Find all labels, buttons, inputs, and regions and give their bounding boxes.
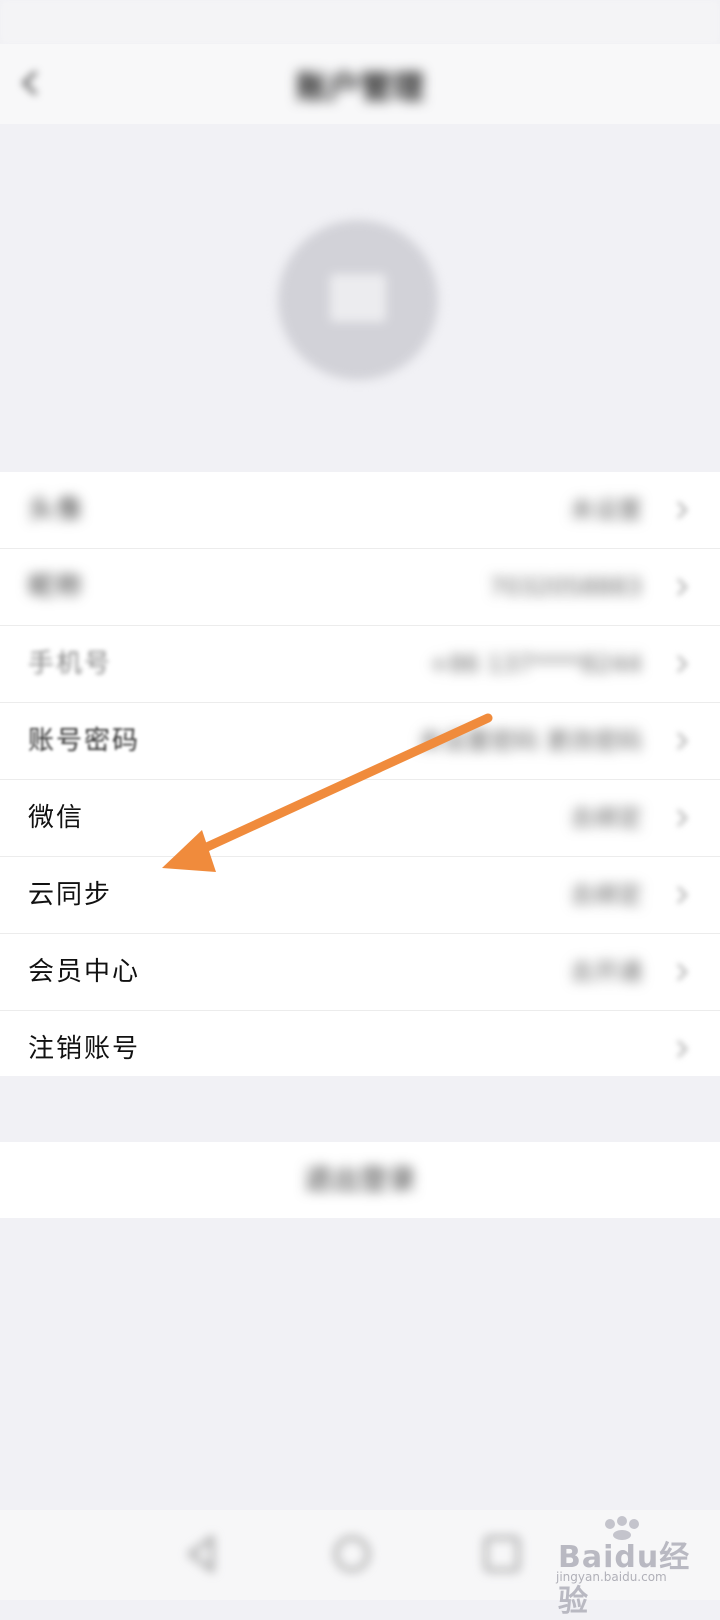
row-value: 未设置密码 更改密码 xyxy=(418,727,642,755)
row-membership-center[interactable]: 会员中心 去开通 xyxy=(0,934,720,1011)
nav-home-icon[interactable] xyxy=(322,1524,382,1584)
chevron-right-icon xyxy=(677,655,688,673)
chevron-right-icon xyxy=(677,1040,688,1058)
row-label: 微信 xyxy=(28,803,85,833)
avatar-placeholder-icon xyxy=(330,274,386,322)
row-nickname[interactable]: 昵称 7032058883 xyxy=(0,549,720,626)
logout-label: 退出登录 xyxy=(303,1163,416,1196)
chevron-right-icon xyxy=(677,732,688,750)
row-value: 去绑定 xyxy=(570,881,642,909)
row-value: 未设置 xyxy=(570,496,642,524)
row-value: 去绑定 xyxy=(570,804,642,832)
baidu-jingyan-watermark: Baidu经验 jingyan.baidu.com xyxy=(552,1516,718,1619)
row-label: 头像 xyxy=(28,495,85,525)
chevron-right-icon xyxy=(677,578,688,596)
chevron-right-icon xyxy=(677,963,688,981)
row-value: 去开通 xyxy=(570,958,642,986)
chevron-right-icon xyxy=(677,501,688,519)
row-label: 注销账号 xyxy=(28,1034,141,1064)
nav-recent-icon[interactable] xyxy=(472,1524,532,1584)
page-title: 账户管理 xyxy=(295,68,424,106)
row-label: 会员中心 xyxy=(28,957,141,987)
row-label: 昵称 xyxy=(28,572,85,602)
row-account-password[interactable]: 账号密码 未设置密码 更改密码 xyxy=(0,703,720,780)
row-value: +86 137****8244 xyxy=(428,650,642,678)
chevron-right-icon xyxy=(677,886,688,904)
profile-section xyxy=(0,124,720,472)
row-phone[interactable]: 手机号 +86 137****8244 xyxy=(0,626,720,703)
nav-back-icon[interactable] xyxy=(172,1524,232,1584)
account-settings-list: 头像 未设置 昵称 7032058883 手机号 +86 137****8244… xyxy=(0,472,720,1076)
row-deactivate-account[interactable]: 注销账号 xyxy=(0,1011,720,1087)
row-value: 7032058883 xyxy=(489,573,642,601)
chevron-right-icon xyxy=(677,809,688,827)
status-bar xyxy=(0,0,720,44)
row-label: 手机号 xyxy=(28,649,113,679)
watermark-url: jingyan.baidu.com xyxy=(556,1570,667,1584)
row-wechat[interactable]: 微信 去绑定 xyxy=(0,780,720,857)
row-label: 账号密码 xyxy=(28,726,141,756)
logout-button[interactable]: 退出登录 xyxy=(0,1142,720,1218)
row-cloud-sync[interactable]: 云同步 去绑定 xyxy=(0,857,720,934)
top-navigation-bar: 账户管理 xyxy=(0,44,720,124)
avatar[interactable] xyxy=(278,220,438,380)
row-label: 云同步 xyxy=(28,880,113,910)
row-avatar[interactable]: 头像 未设置 xyxy=(0,472,720,549)
